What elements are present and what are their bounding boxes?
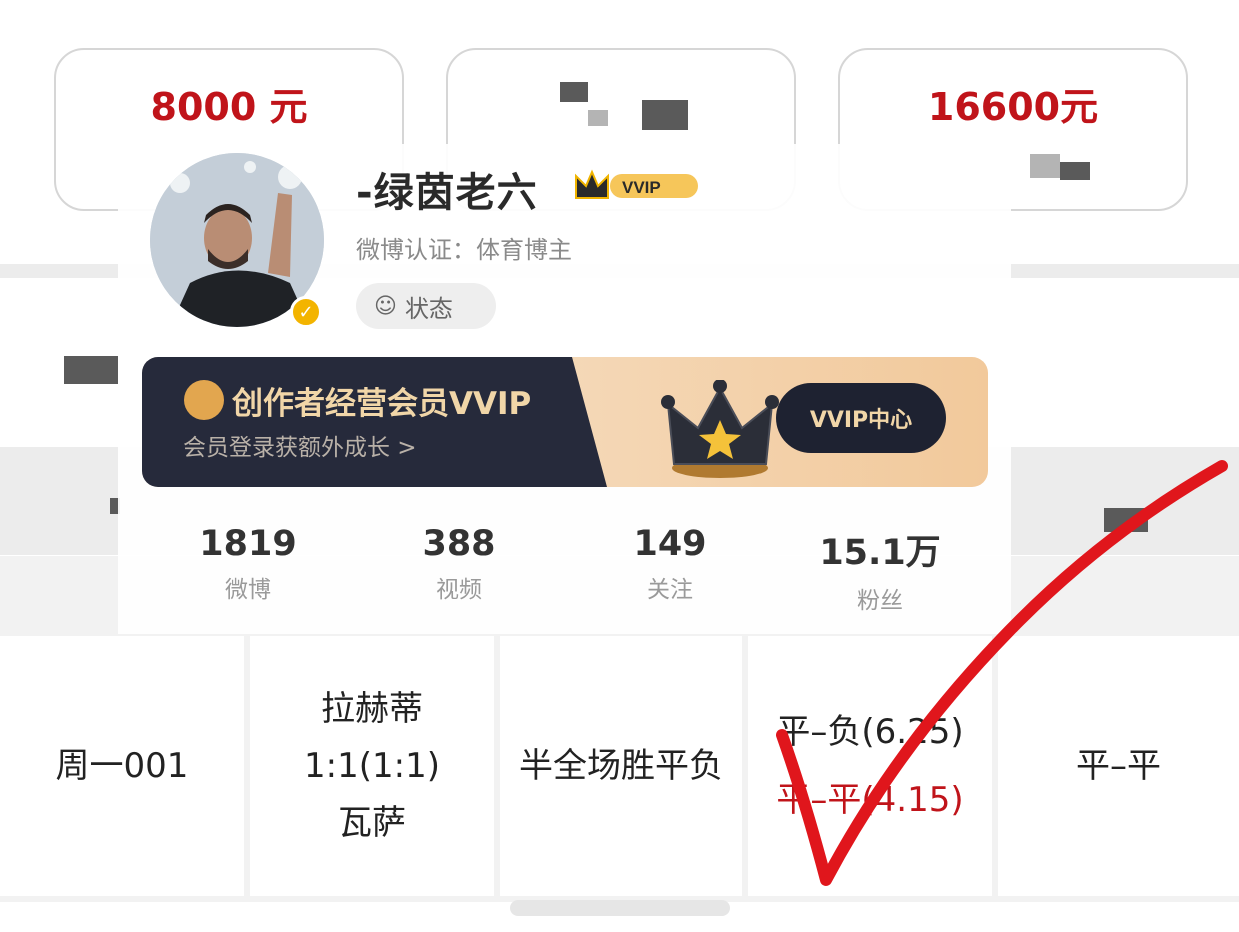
checkmark-annotation-icon: [776, 460, 1228, 886]
